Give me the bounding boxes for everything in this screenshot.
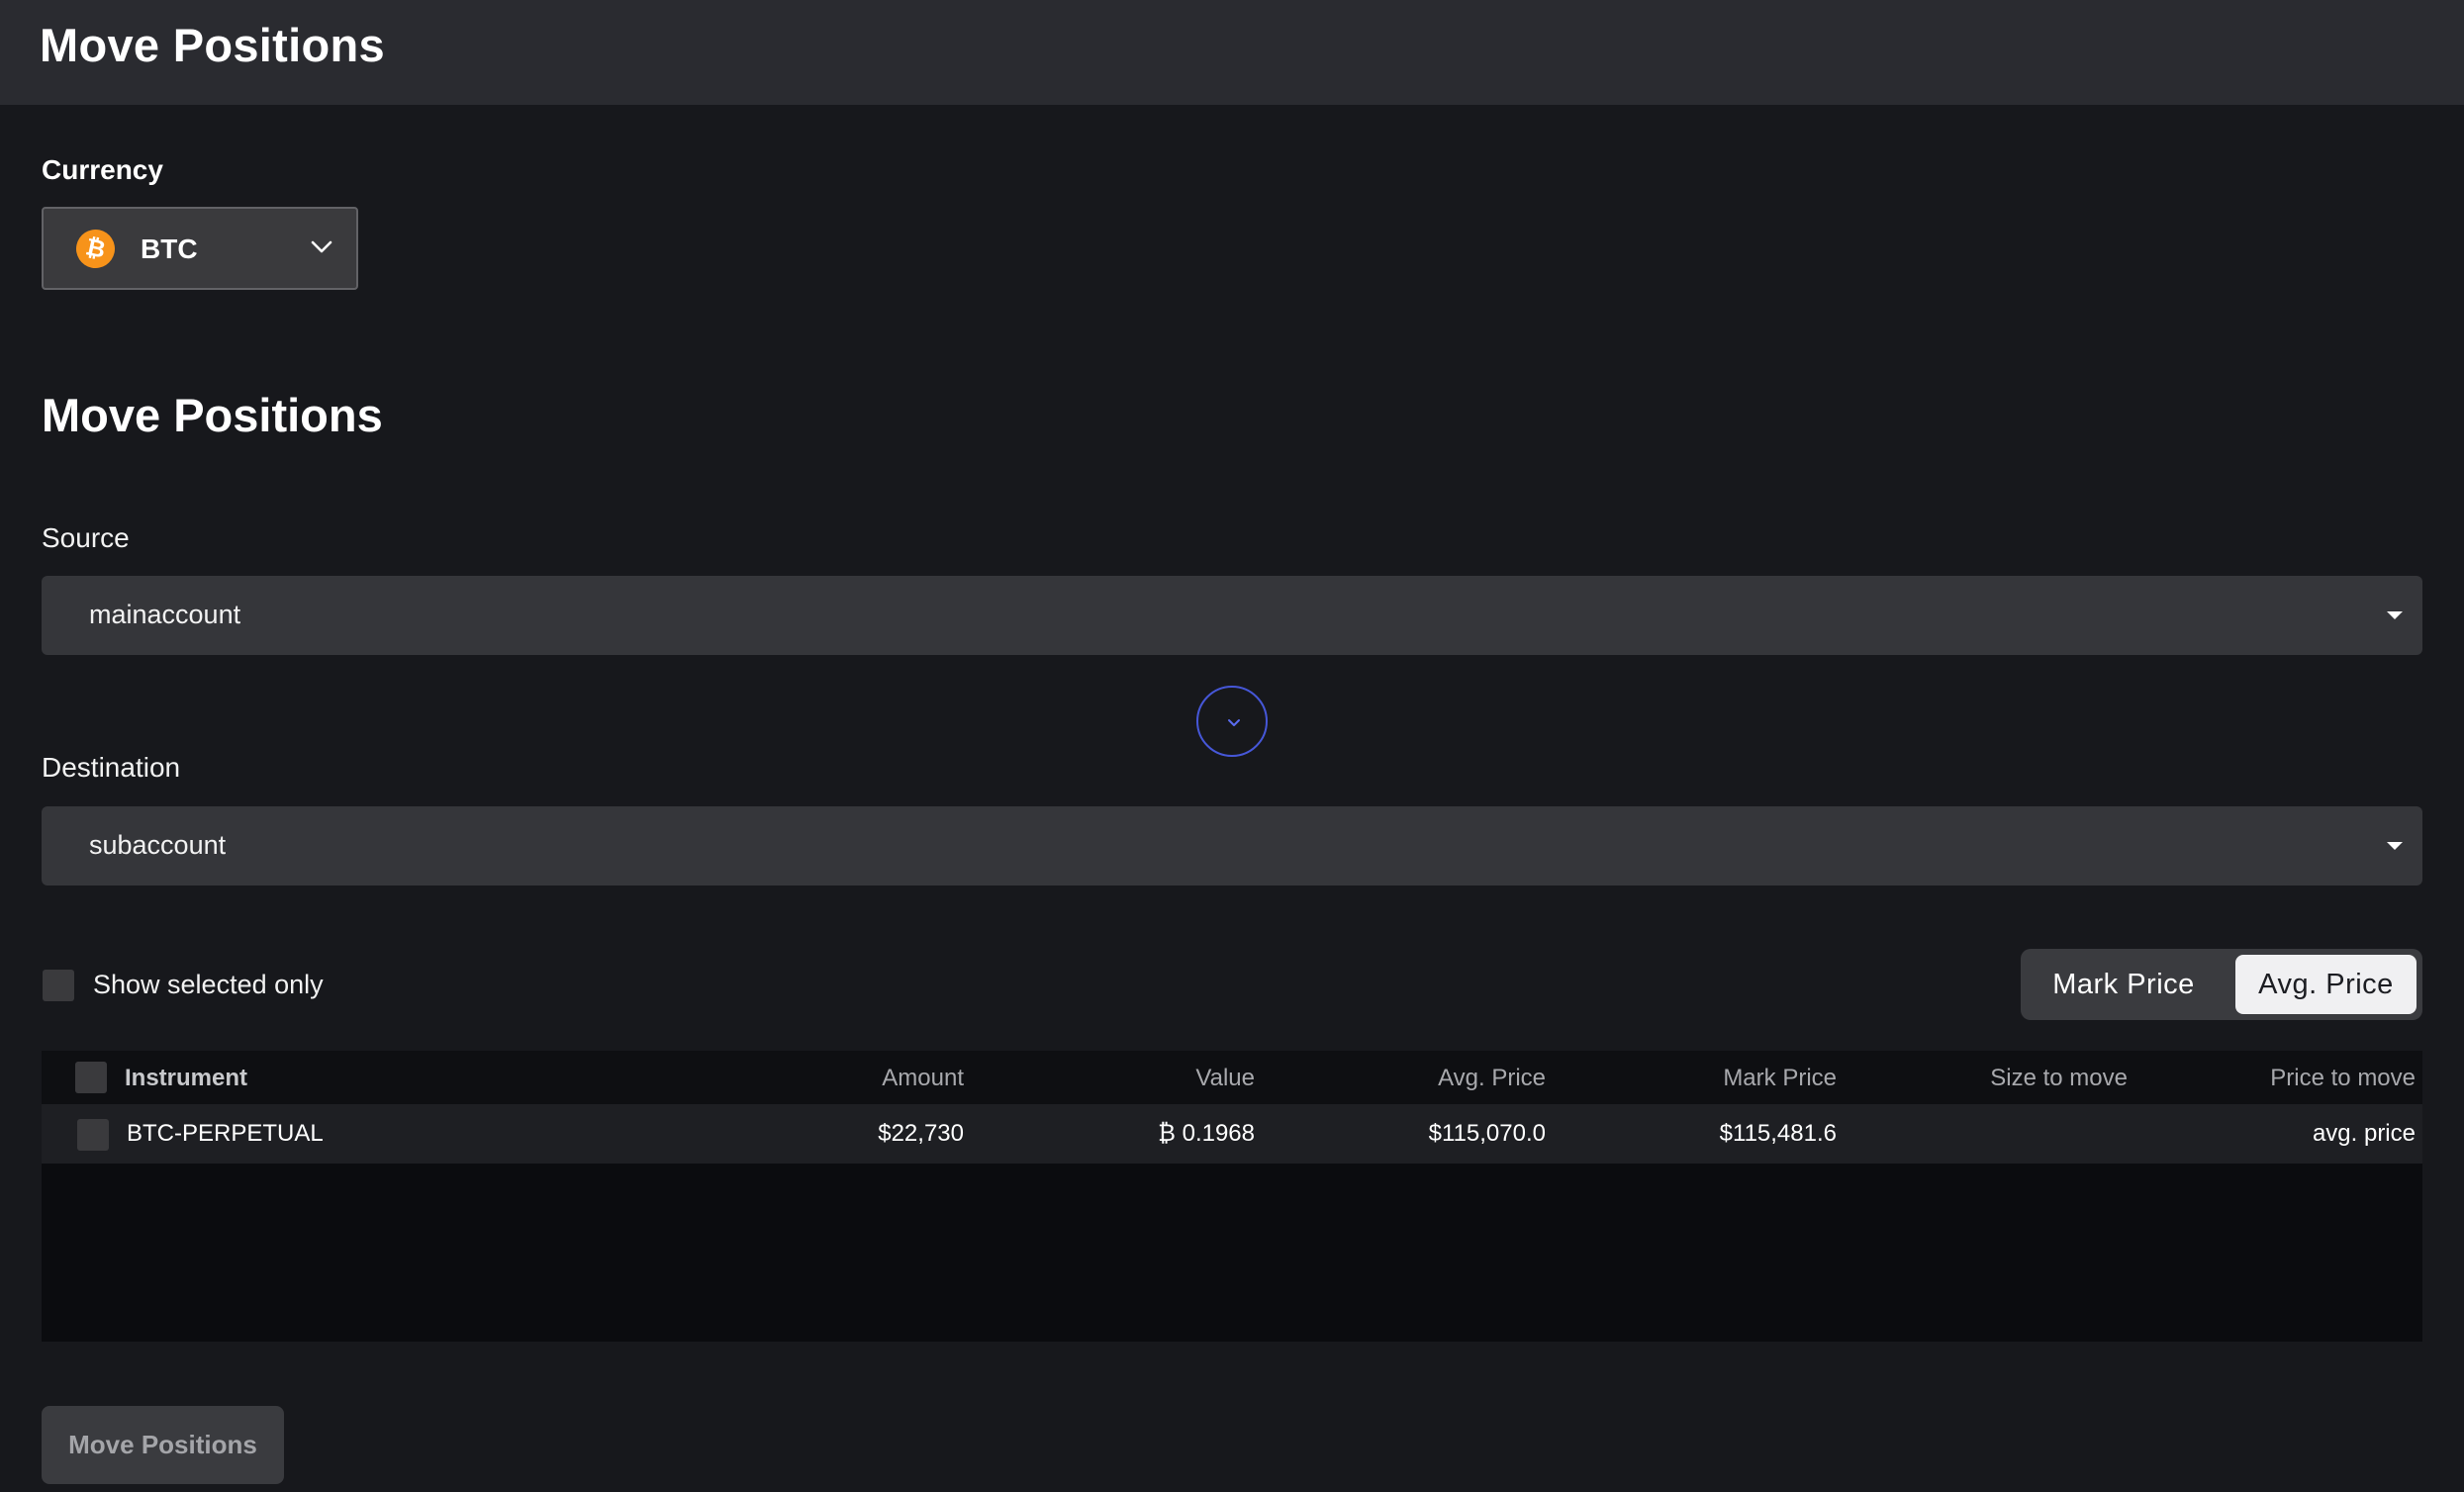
column-mark-price: Mark Price [1723,1065,1837,1091]
column-price-to-move: Price to move [2270,1065,2416,1091]
section-title: Move Positions [42,389,383,441]
table-row[interactable]: BTC-PERPETUAL $22,730 ₿ 0.1968 $115,070.… [42,1104,2422,1164]
table-empty-area [42,1164,2422,1342]
source-value: mainaccount [89,600,241,629]
cell-price-to-move[interactable]: avg. price [2313,1120,2416,1148]
destination-label: Destination [42,752,181,783]
source-select[interactable]: mainaccount [42,576,2422,655]
currency-select[interactable]: ₿ BTC [42,207,358,290]
source-label: Source [42,522,130,553]
swap-accounts-button[interactable] [1196,686,1268,757]
column-avg-price: Avg. Price [1438,1065,1546,1091]
column-amount: Amount [882,1065,964,1091]
destination-select[interactable]: subaccount [42,806,2422,886]
column-value: Value [1195,1065,1255,1091]
chevron-down-icon [311,240,332,253]
price-toggle: Mark Price Avg. Price [2021,949,2422,1020]
currency-label: Currency [42,154,163,185]
table-header: Instrument Amount Value Avg. Price Mark … [42,1051,2422,1104]
show-selected-label: Show selected only [93,970,324,999]
cell-instrument: BTC-PERPETUAL [127,1120,324,1147]
bitcoin-icon: ₿ [72,226,119,272]
destination-value: subaccount [89,830,227,860]
currency-value: BTC [141,233,198,264]
column-size-to-move: Size to move [1990,1065,2128,1091]
select-all-checkbox[interactable] [75,1062,107,1093]
row-checkbox[interactable] [77,1119,109,1151]
caret-down-icon [2387,842,2403,850]
cell-mark-price: $115,481.6 [1719,1120,1837,1147]
toggle-avg-price[interactable]: Avg. Price [2235,955,2417,1014]
page-header: Move Positions [0,0,2464,105]
column-instrument: Instrument [125,1065,248,1091]
page-title: Move Positions [40,19,385,71]
cell-amount: $22,730 [878,1120,964,1147]
show-selected-checkbox[interactable] [43,970,74,1001]
chevron-down-icon [1228,719,1240,726]
caret-down-icon [2387,611,2403,619]
cell-avg-price: $115,070.0 [1428,1120,1546,1147]
cell-value: ₿ 0.1968 [1158,1120,1255,1147]
toggle-mark-price[interactable]: Mark Price [2027,955,2221,1014]
move-positions-button[interactable]: Move Positions [42,1406,284,1484]
